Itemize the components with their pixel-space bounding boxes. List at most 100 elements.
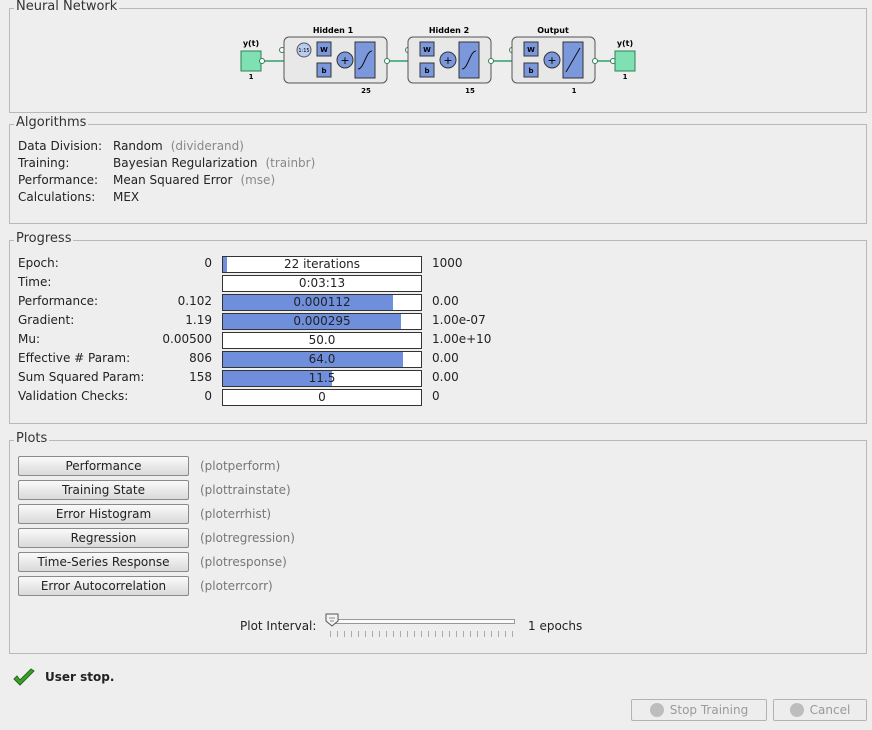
progress-label: Gradient:: [18, 313, 75, 327]
progress-bar: 0:03:13: [222, 275, 422, 292]
progress-end-value: 0.00: [432, 294, 459, 308]
progress-label: Time:: [18, 275, 52, 289]
progress-start-value: 806: [189, 351, 212, 365]
cancel-icon: [789, 703, 804, 717]
output-dim-label: 1: [623, 73, 628, 81]
progress-end-value: 0: [432, 389, 440, 403]
algorithm-label: Calculations:: [18, 190, 96, 204]
progress-start-value: 0.00500: [162, 332, 212, 346]
delay-label: 1:15: [298, 48, 309, 54]
progress-end-value: 1.00e-07: [432, 313, 486, 327]
progress-label: Epoch:: [18, 256, 59, 270]
stop-icon: [649, 703, 664, 717]
algorithm-value: Mean Squared Error (mse): [113, 173, 275, 187]
bias-label: b: [321, 67, 326, 75]
progress-start-value: 0.102: [177, 294, 212, 308]
input-block: [240, 50, 262, 72]
algorithm-value-text: Mean Squared Error: [113, 173, 233, 187]
progress-bar: 0: [222, 389, 422, 406]
plot-function-label: (plotresponse): [200, 555, 287, 569]
neural-network-panel: Neural Network y(t) 1 Hidden 1 1:15 W b …: [9, 0, 867, 113]
weight-label: W: [423, 46, 431, 54]
progress-end-value: 0.00: [432, 351, 459, 365]
progress-start-value: 1.19: [185, 313, 212, 327]
progress-label: Performance:: [18, 294, 99, 308]
progress-bar: 64.0: [222, 351, 422, 368]
check-icon: [13, 668, 35, 686]
progress-end-value: 1000: [432, 256, 463, 270]
algorithm-label: Training:: [18, 156, 70, 170]
bias-label: b: [528, 67, 533, 75]
progress-panel: Progress Epoch: 0 22 iterations 1000 Tim…: [9, 231, 867, 424]
input-label: y(t): [243, 39, 259, 48]
plot-error-autocorrelation-button[interactable]: Error Autocorrelation: [18, 576, 189, 596]
slider-ticks: [330, 631, 515, 637]
plot-regression-button[interactable]: Regression: [18, 528, 189, 548]
plot-time-series-response-button[interactable]: Time-Series Response: [18, 552, 189, 572]
algorithm-value-text: MEX: [113, 190, 140, 204]
progress-end-value: 0.00: [432, 370, 459, 384]
plot-function-label: (ploterrcorr): [200, 579, 273, 593]
algorithm-value: Bayesian Regularization (trainbr): [113, 156, 315, 170]
panel-title: Algorithms: [14, 115, 89, 130]
output-block: [614, 50, 636, 72]
progress-start-value: 158: [189, 370, 212, 384]
progress-bar-text: 11.5: [308, 371, 336, 385]
plot-training-state-button[interactable]: Training State: [18, 480, 189, 500]
plot-interval-slider[interactable]: [330, 619, 515, 624]
progress-bar: 0.000112: [222, 294, 422, 311]
hidden2-size-label: 15: [465, 87, 475, 95]
plot-performance-button[interactable]: Performance: [18, 456, 189, 476]
plot-function-label: (plotperform): [200, 459, 281, 473]
slider-thumb-icon[interactable]: [325, 613, 339, 627]
output-size-label: 1: [572, 87, 577, 95]
progress-bar-text: 0: [318, 390, 326, 404]
algorithms-panel: Algorithms Data Division: Random (divider…: [9, 115, 867, 224]
progress-bar-text: 0:03:13: [298, 276, 346, 290]
plot-function-label: (ploterrhist): [200, 507, 272, 521]
progress-bar-text: 22 iterations: [283, 257, 361, 271]
algorithm-value: MEX: [113, 190, 139, 204]
plot-interval-label: Plot Interval:: [240, 619, 317, 633]
progress-bar-text: 0.000112: [293, 295, 351, 309]
plus-sign: +: [340, 54, 349, 67]
cancel-button[interactable]: Cancel: [773, 699, 867, 721]
plus-sign: +: [547, 54, 556, 67]
progress-start-value: 0: [204, 389, 212, 403]
connector-dot: [384, 58, 390, 64]
algorithm-label: Performance:: [18, 173, 99, 187]
input-size-label: 1: [249, 73, 254, 81]
plot-interval-value: 1 epochs: [528, 619, 583, 633]
stop-training-button[interactable]: Stop Training: [631, 699, 767, 721]
algorithm-value-text: Random: [113, 139, 163, 153]
algorithm-function: (dividerand): [170, 139, 244, 153]
panel-title: Progress: [14, 231, 74, 246]
cancel-label: Cancel: [809, 703, 851, 717]
stop-training-label: Stop Training: [669, 703, 749, 717]
progress-bar-text: 64.0: [308, 352, 336, 366]
output-label: y(t): [617, 39, 633, 48]
progress-label: Mu:: [18, 332, 41, 346]
progress-bar: 11.5: [222, 370, 422, 387]
plot-function-label: (plotregression): [200, 531, 295, 545]
plus-sign: +: [443, 54, 452, 67]
progress-start-value: 0: [204, 256, 212, 270]
hidden1-title: Hidden 1: [313, 26, 354, 35]
algorithm-value-text: Bayesian Regularization: [113, 156, 258, 170]
plots-panel: Plots Performance (plotperform) Training…: [9, 431, 867, 654]
hidden1-size-label: 25: [361, 87, 371, 95]
output-title: Output: [537, 26, 569, 35]
panel-title: Plots: [14, 431, 50, 446]
algorithm-function: (mse): [240, 173, 276, 187]
plot-error-histogram-button[interactable]: Error Histogram: [18, 504, 189, 524]
progress-bar: 0.000295: [222, 313, 422, 330]
weight-label: W: [320, 46, 328, 54]
progress-bar: 22 iterations: [222, 256, 422, 273]
connector-dot: [259, 58, 265, 64]
connector-dot: [592, 58, 598, 64]
connector-dot: [488, 58, 494, 64]
weight-label: W: [527, 46, 535, 54]
progress-bar: 50.0: [222, 332, 422, 349]
hidden2-title: Hidden 2: [429, 26, 469, 35]
progress-end-value: 1.00e+10: [432, 332, 492, 346]
